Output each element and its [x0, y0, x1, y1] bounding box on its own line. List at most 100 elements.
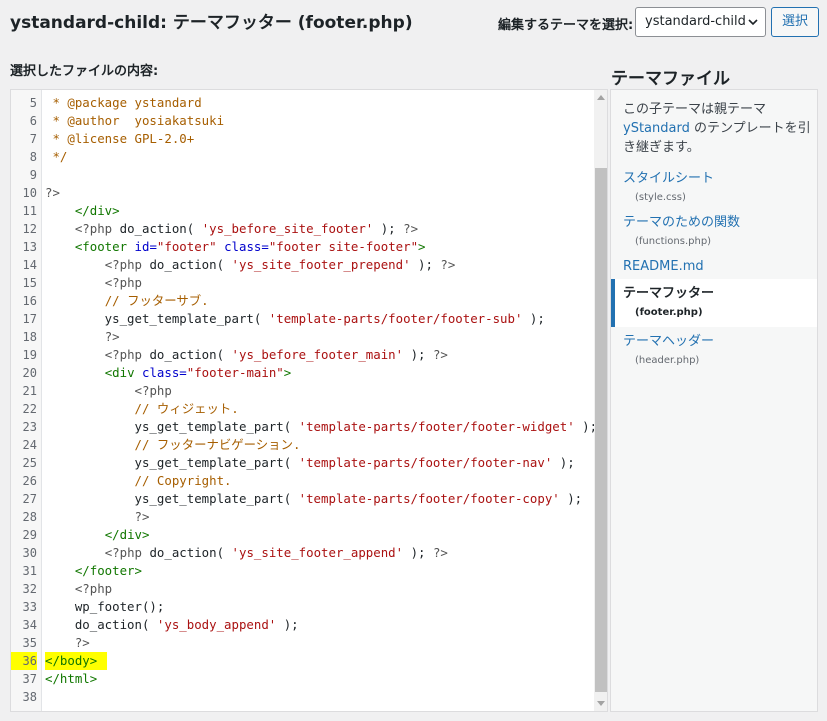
code-text: ?> — [45, 184, 60, 202]
code-line[interactable]: 26 // Copyright. — [11, 472, 594, 490]
code-token: class= — [142, 365, 187, 380]
scroll-thumb[interactable] — [595, 168, 607, 692]
code-token: ?> — [432, 347, 448, 362]
code-line[interactable]: 11 </div> — [11, 202, 594, 220]
code-text: <?php do_action( 'ys_site_footer_prepend… — [45, 256, 456, 274]
code-line[interactable]: 17 ys_get_template_part( 'template-parts… — [11, 310, 594, 328]
code-token: 'ys_site_footer_append' — [231, 545, 404, 560]
code-line[interactable]: 10 ?> — [11, 184, 594, 202]
code-text: */ — [45, 148, 67, 166]
line-number: 9 — [29, 168, 37, 182]
code-line[interactable]: 15 <?php — [11, 274, 594, 292]
parent-theme-link[interactable]: yStandard — [623, 121, 690, 136]
code-token: <?php — [74, 581, 113, 596]
code-line[interactable]: 21 <?php — [11, 382, 594, 400]
code-token: "footer-main" — [186, 365, 284, 380]
line-number: 37 — [22, 672, 37, 686]
scroll-up-arrow-icon[interactable] — [597, 94, 605, 100]
code-line[interactable]: 12 <?php do_action( 'ys_before_site_foot… — [11, 220, 594, 238]
code-token: do_action( — [142, 257, 232, 272]
code-line[interactable]: 7 * @license GPL-2.0+ — [11, 130, 594, 148]
code-line[interactable]: 38 — [11, 688, 594, 706]
code-token: <?php — [104, 275, 142, 290]
code-text: do_action( 'ys_body_append' ); — [45, 616, 299, 634]
code-token: "footer" — [156, 239, 217, 254]
code-line[interactable]: 25 ys_get_template_part( 'template-parts… — [11, 454, 594, 472]
code-line[interactable]: 23 ys_get_template_part( 'template-parts… — [11, 418, 598, 436]
code-text: </html> — [45, 670, 97, 688]
code-token: ys_get_template_part( — [45, 455, 299, 470]
code-line[interactable]: 34 do_action( 'ys_body_append' ); — [11, 616, 594, 634]
file-name: テーマのための関数 — [623, 215, 741, 230]
file-item-readme[interactable]: README.md — [611, 258, 817, 276]
code-token: ?> — [74, 635, 90, 650]
code-token: id= — [134, 239, 157, 254]
code-token: ); — [410, 257, 441, 272]
code-line[interactable]: 28 ?> — [11, 508, 594, 526]
code-token: </footer> — [74, 563, 142, 578]
code-token: // フッターサブ. — [104, 293, 209, 308]
select-theme-button[interactable]: 選択 — [771, 7, 819, 37]
code-lines[interactable]: 5 * @package ystandard 6 * @author yosiak… — [11, 94, 598, 706]
code-line[interactable]: 32 <?php — [11, 580, 594, 598]
code-line[interactable]: 31 </footer> — [11, 562, 594, 580]
code-text: // Copyright. — [45, 472, 232, 490]
file-item-footer[interactable]: テーマフッター (footer.php) — [611, 279, 817, 327]
code-line[interactable]: 13 <footer id="footer" class="footer sit… — [11, 238, 594, 256]
file-item-header[interactable]: テーマヘッダー (header.php) — [611, 333, 817, 369]
code-line[interactable]: 6 * @author yosiakatsuki — [11, 112, 594, 130]
code-token: 'template-parts/footer/footer-copy' — [298, 491, 560, 506]
file-path: (header.php) — [635, 355, 700, 366]
code-line[interactable]: 36 </body> — [11, 652, 594, 670]
code-token: <?php — [104, 545, 142, 560]
code-line[interactable]: 16 // フッターサブ. — [11, 292, 594, 310]
code-line[interactable]: 20 <div class="footer-main"> — [11, 364, 594, 382]
code-line[interactable]: 14 <?php do_action( 'ys_site_footer_prep… — [11, 256, 594, 274]
theme-select[interactable]: ystandard-child — [635, 7, 766, 37]
code-token: 'ys_before_site_footer' — [201, 221, 374, 236]
code-line[interactable]: 30 <?php do_action( 'ys_site_footer_appe… — [11, 544, 594, 562]
code-token: ); — [552, 455, 575, 470]
code-line[interactable]: 37 </html> — [11, 670, 594, 688]
line-number: 32 — [22, 582, 37, 596]
code-token: > — [418, 239, 426, 254]
code-text: wp_footer(); — [45, 598, 165, 616]
editor-scrollbar[interactable] — [594, 90, 607, 711]
code-text: <div class="footer-main"> — [45, 364, 292, 382]
code-token: // Copyright. — [134, 473, 232, 488]
code-line[interactable]: 29 </div> — [11, 526, 594, 544]
code-line[interactable]: 5 * @package ystandard — [11, 94, 594, 112]
line-number: 21 — [22, 384, 37, 398]
line-number: 24 — [22, 438, 37, 452]
line-number: 14 — [22, 258, 37, 272]
code-token: ); — [522, 311, 545, 326]
line-number: 34 — [22, 618, 37, 632]
line-number: 28 — [22, 510, 37, 524]
code-token: ?> — [432, 545, 448, 560]
scroll-down-arrow-icon[interactable] — [597, 701, 605, 707]
file-item-stylesheet[interactable]: スタイルシート (style.css) — [611, 170, 817, 206]
code-line[interactable]: 27 ys_get_template_part( 'template-parts… — [11, 490, 594, 508]
line-number: 17 — [22, 312, 37, 326]
code-line[interactable]: 18 ?> — [11, 328, 594, 346]
code-line[interactable]: 9 — [11, 166, 594, 184]
code-line[interactable]: 33 wp_footer(); — [11, 598, 594, 616]
code-token: ?> — [403, 221, 419, 236]
line-number: 29 — [22, 528, 37, 542]
line-number: 30 — [22, 546, 37, 560]
code-line[interactable]: 8 */ — [11, 148, 594, 166]
code-text: <footer id="footer" class="footer site-f… — [45, 238, 426, 256]
code-token: class= — [224, 239, 269, 254]
code-line[interactable]: 24 // フッターナビゲーション. — [11, 436, 594, 454]
code-line[interactable]: 35 ?> — [11, 634, 594, 652]
code-token: 'template-parts/footer/footer-widget' — [298, 419, 575, 434]
code-line[interactable]: 19 <?php do_action( 'ys_before_footer_ma… — [11, 346, 594, 364]
line-number: 22 — [22, 402, 37, 416]
code-line[interactable]: 22 // ウィジェット. — [11, 400, 594, 418]
file-item-functions[interactable]: テーマのための関数 (functions.php) — [611, 214, 817, 250]
code-editor[interactable]: 5 * @package ystandard 6 * @author yosiak… — [10, 89, 608, 712]
